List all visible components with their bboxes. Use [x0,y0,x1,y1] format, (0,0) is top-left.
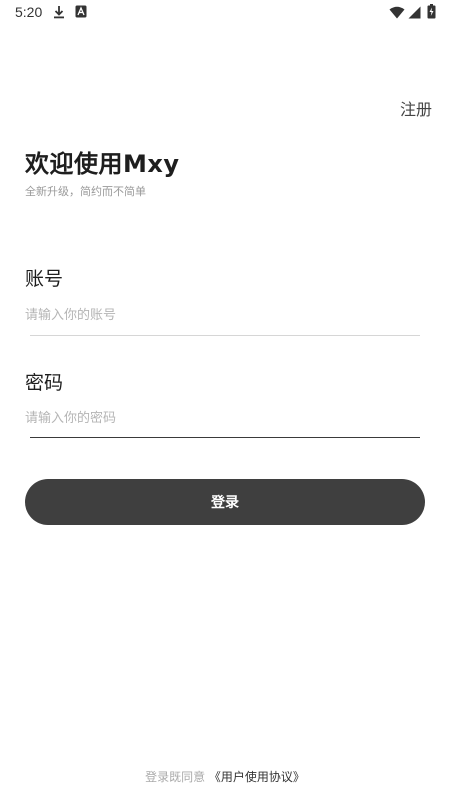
password-label: 密码 [25,372,64,394]
user-agreement-link[interactable]: 《用户使用协议》 [209,770,305,784]
download-icon [54,6,64,19]
login-button[interactable]: 登录 [25,479,425,525]
register-link[interactable]: 注册 [400,96,432,120]
status-time: 5:20 [15,4,43,20]
password-input[interactable] [25,401,420,435]
agreement-text: 登录既同意 《用户使用协议》 [0,768,450,785]
agreement-prefix: 登录既同意 [145,770,206,784]
welcome-title: 欢迎使用Mxy [25,150,180,178]
app-notification-icon [75,5,87,18]
status-bar: 5:20 [0,0,450,26]
account-input[interactable] [25,298,420,332]
account-underline [30,335,420,336]
password-underline [30,437,420,438]
wifi-icon [389,6,405,19]
account-label: 账号 [25,268,64,290]
signal-icon [408,6,421,19]
welcome-subtitle: 全新升级，简约而不简单 [25,185,146,198]
battery-icon [427,4,436,19]
